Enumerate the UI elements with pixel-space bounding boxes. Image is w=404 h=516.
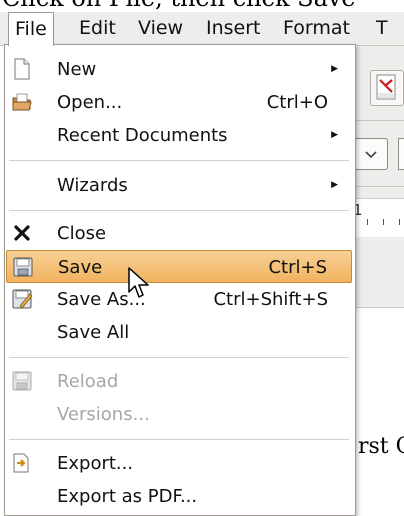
menu-bar: File Edit View Insert Format T [0,12,404,46]
submenu-arrow-icon: ▶ [331,64,338,74]
file-menu-dropdown: New ▶ Open... Ctrl+O Recent Documents ▶ … [4,44,356,516]
menu-separator [9,439,349,440]
toolbar-divider [350,186,404,187]
menu-item-recent-documents[interactable]: Recent Documents ▶ [6,119,352,152]
menu-edit[interactable]: Edit [73,12,122,45]
mouse-pointer-icon [128,267,149,298]
submenu-arrow-icon: ▶ [331,180,338,190]
menu-item-label: New [57,59,97,80]
submenu-arrow-icon: ▶ [331,130,338,140]
menu-item-label: Export as PDF... [57,486,198,507]
menu-item-close[interactable]: Close [6,217,352,250]
ruler-tick [367,219,368,225]
menu-item-shortcut: Ctrl+O [266,92,328,113]
menu-insert[interactable]: Insert [200,12,267,45]
toolbar-divider [350,120,404,121]
menu-item-open[interactable]: Open... Ctrl+O [6,86,352,119]
save-as-icon [12,289,33,309]
menu-item-new[interactable]: New ▶ [6,53,352,86]
menu-file[interactable]: File [8,12,54,46]
menu-item-shortcut: Ctrl+Shift+S [213,289,328,310]
instruction-caption: Click on File, then click Save [2,0,356,12]
open-folder-icon [12,93,32,111]
paragraph-style-dropdown[interactable] [354,138,388,170]
menu-item-label: Recent Documents [57,125,228,146]
export-pdf-button[interactable] [370,70,404,106]
menu-item-reload[interactable]: Reload [6,365,352,398]
menu-item-label: Open... [57,92,123,113]
menu-item-label: Save All [57,322,130,343]
menu-separator [9,357,349,358]
menu-item-export-as-pdf[interactable]: Export as PDF... [6,480,352,513]
menu-item-shortcut: Ctrl+S [268,257,327,278]
menu-item-label: Save [58,257,103,278]
reload-icon [12,371,32,391]
menu-item-save-all[interactable]: Save All [6,316,352,349]
menu-view[interactable]: View [132,12,189,45]
pdf-icon [376,74,396,100]
ruler-tick [383,219,384,225]
menu-item-label: Export... [57,453,134,474]
menu-item-label: Reload [57,371,119,392]
ruler-tick [399,219,400,225]
close-x-icon [14,225,30,241]
menu-item-label: Versions... [57,404,150,425]
new-document-icon [14,58,30,80]
document-text: rst C [358,434,404,459]
menu-separator [9,210,349,211]
menu-tools[interactable]: T [370,12,394,45]
ruler: 1 [353,198,404,237]
menu-format[interactable]: Format [277,12,356,45]
menu-item-wizards[interactable]: Wizards ▶ [6,169,352,202]
chevron-down-icon [365,151,377,159]
menu-item-save-as[interactable]: Save As... Ctrl+Shift+S [6,283,352,316]
font-name-dropdown[interactable] [398,138,404,170]
menu-item-label: Wizards [57,175,128,196]
menu-item-save[interactable]: Save Ctrl+S [6,250,352,283]
menu-separator [9,160,349,161]
menu-item-label: Close [57,223,107,244]
menu-item-versions[interactable]: Versions... [6,398,352,431]
save-disk-icon [13,257,33,277]
export-icon [13,453,29,473]
toolbar-divider [350,307,404,308]
menu-item-export[interactable]: Export... [6,447,352,480]
